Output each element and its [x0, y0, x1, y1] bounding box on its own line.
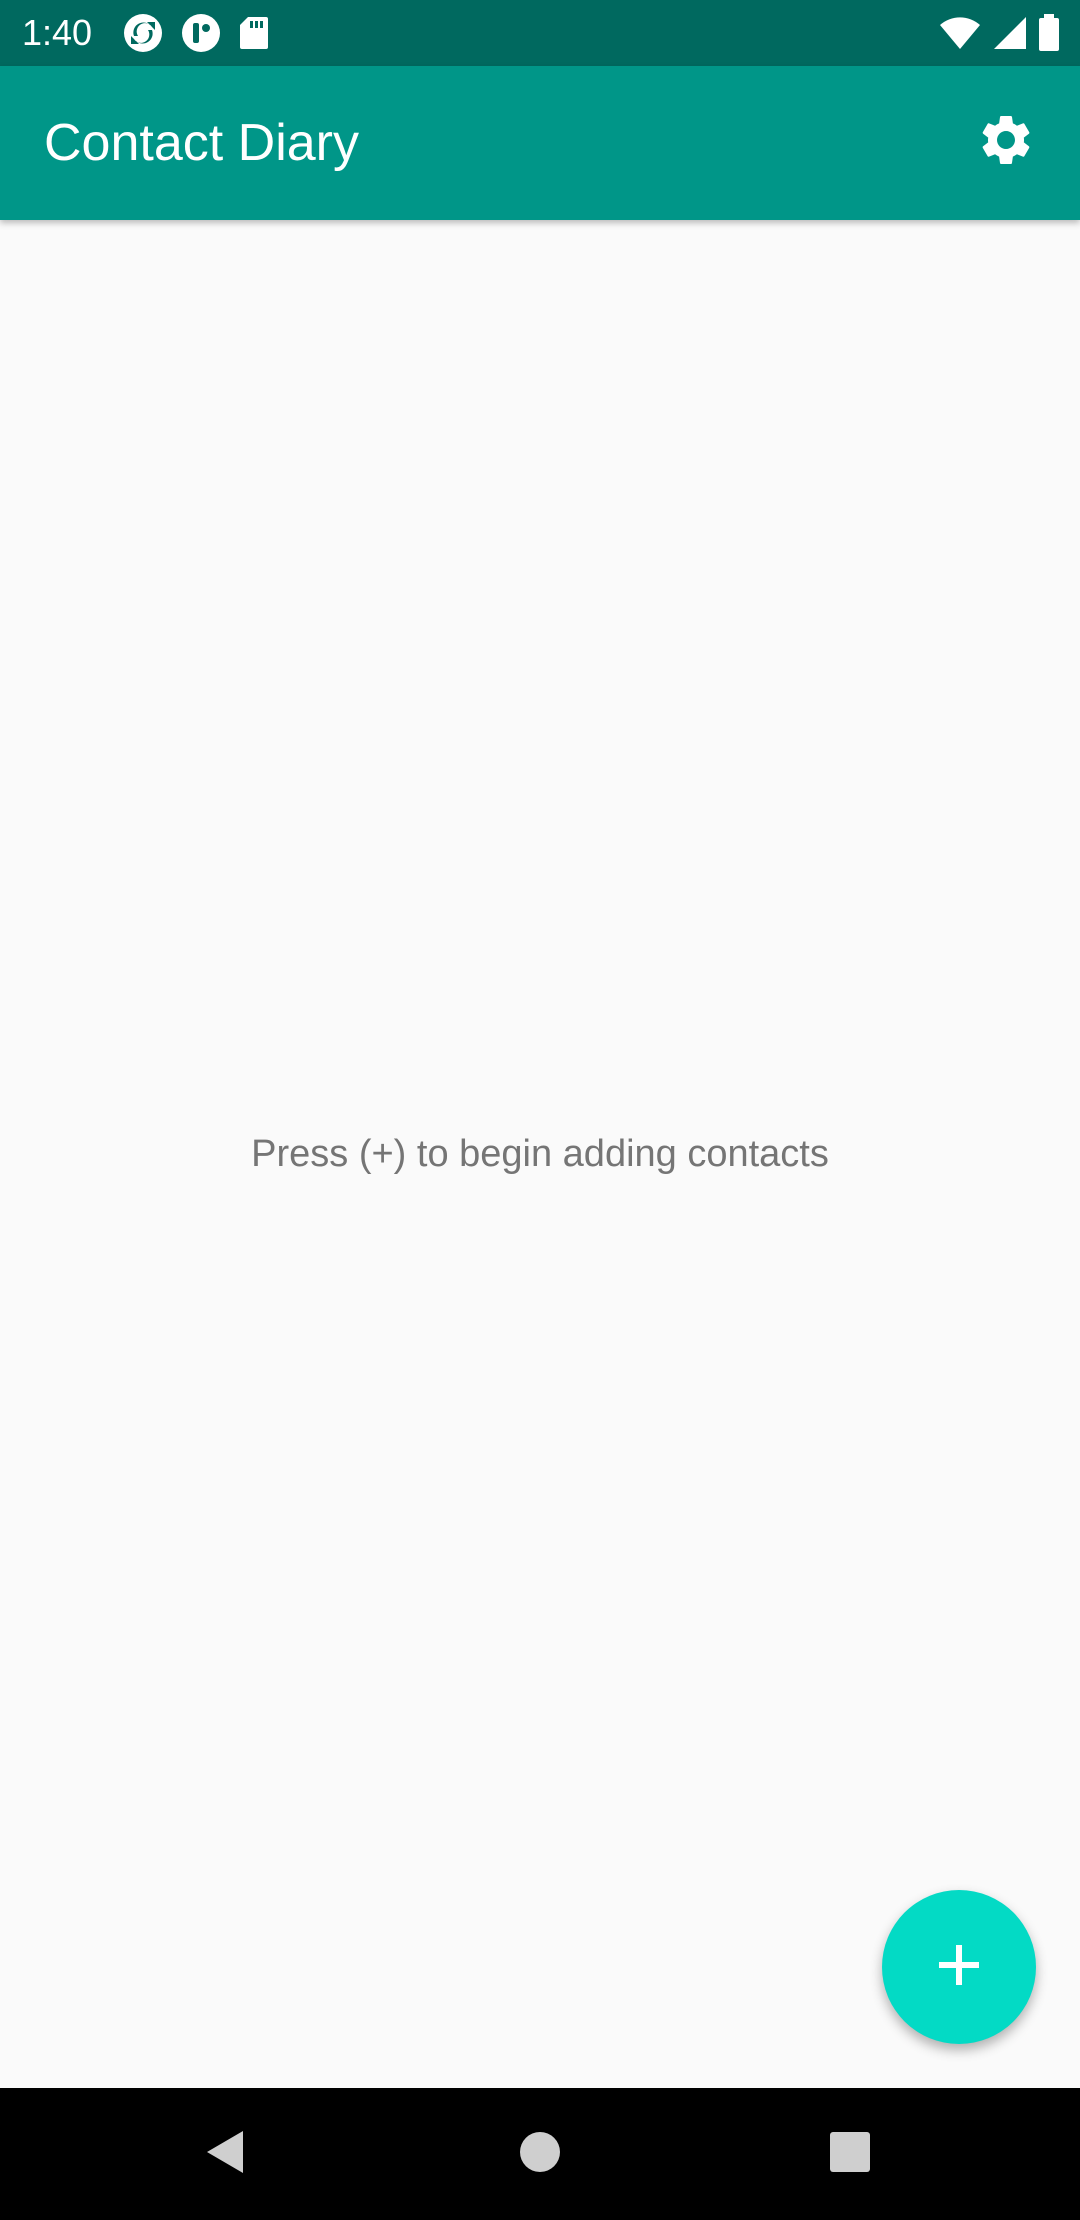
- plus-icon: [935, 1941, 983, 1993]
- back-button[interactable]: [196, 2124, 256, 2184]
- navigation-bar: [0, 2088, 1080, 2220]
- recents-button[interactable]: [820, 2124, 880, 2184]
- add-contact-button[interactable]: [882, 1890, 1036, 2044]
- back-icon: [201, 2127, 251, 2181]
- signal-icon: [992, 15, 1028, 51]
- battery-icon: [1038, 14, 1060, 52]
- status-notification-icons: [122, 12, 270, 54]
- app-title: Contact Diary: [44, 114, 359, 172]
- status-bar: 1:40: [0, 0, 1080, 66]
- empty-state-message: Press (+) to begin adding contacts: [251, 1133, 829, 1175]
- home-icon: [518, 2130, 562, 2178]
- status-time: 1:40: [22, 12, 93, 53]
- wifi-icon: [938, 15, 982, 51]
- recents-icon: [828, 2130, 872, 2178]
- status-system-icons: [938, 12, 1060, 54]
- settings-button[interactable]: [970, 106, 1042, 178]
- sync-icon: [122, 12, 164, 54]
- sd-card-icon: [238, 15, 270, 51]
- gear-icon: [976, 110, 1036, 174]
- app-bar: Contact Diary: [0, 66, 1080, 220]
- notification-icon: [180, 12, 222, 54]
- contact-list-area: Press (+) to begin adding contacts: [0, 220, 1080, 2088]
- home-button[interactable]: [510, 2124, 570, 2184]
